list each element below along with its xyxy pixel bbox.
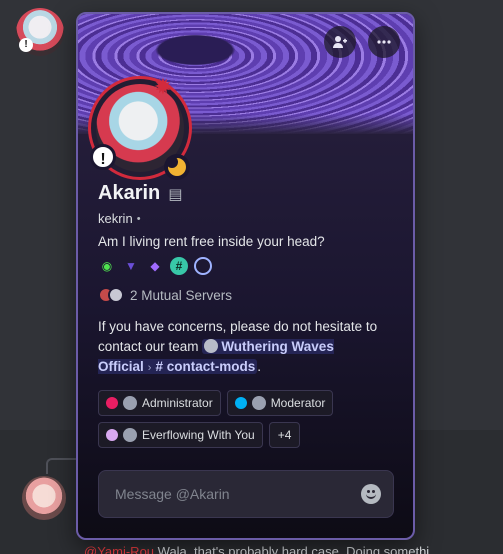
chevron-right-icon: › — [147, 362, 152, 374]
role-color-dot — [106, 397, 118, 409]
hashtag-badge-icon[interactable]: # — [170, 257, 188, 275]
user-profile-popout: ✹ ! Akarin ▤ kekrin • Am I living rent f… — [76, 12, 415, 540]
reply-snippet: @Yami-Rou Wala, that's probably hard cas… — [84, 544, 429, 554]
add-friend-button[interactable] — [324, 26, 356, 58]
server-icon — [204, 339, 219, 353]
nitro-icon[interactable]: ◉ — [98, 257, 116, 275]
role-icon — [123, 396, 137, 410]
author-avatar[interactable]: ! — [16, 8, 64, 56]
warning-icon[interactable]: ! — [90, 144, 116, 170]
badge-list: ◉ ▼ ◆ # — [98, 257, 398, 275]
role-color-dot — [106, 429, 118, 441]
more-icon — [377, 40, 391, 44]
username[interactable]: kekrin — [98, 211, 133, 226]
more-options-button[interactable] — [368, 26, 400, 58]
reply-author-avatar[interactable] — [22, 476, 66, 520]
quest-badge-icon[interactable] — [194, 257, 212, 275]
add-friend-icon — [333, 36, 347, 48]
role-list: Administrator Moderator Everflowing With… — [98, 390, 398, 448]
mention-channel: contact-mods — [166, 359, 256, 374]
hypesquad-icon[interactable]: ▼ — [122, 257, 140, 275]
about-me: If you have concerns, please do not hesi… — [98, 317, 398, 378]
role-everflowing[interactable]: Everflowing With You — [98, 422, 263, 448]
emoji-picker-icon[interactable] — [361, 484, 381, 504]
status-idle-icon — [164, 154, 190, 180]
boost-gem-icon[interactable]: ◆ — [146, 257, 164, 275]
mutual-server-icons — [98, 287, 124, 303]
about-suffix: . — [257, 359, 261, 374]
role-icon — [123, 428, 137, 442]
pronoun-separator-icon: • — [136, 212, 141, 225]
role-name: Everflowing With You — [142, 428, 255, 442]
role-icon — [251, 396, 266, 410]
more-roles-button[interactable]: +4 — [268, 422, 301, 448]
role-name: Moderator — [270, 396, 326, 410]
mutual-servers[interactable]: 2 Mutual Servers — [98, 287, 398, 303]
mutual-servers-label: 2 Mutual Servers — [130, 287, 233, 303]
role-color-dot — [234, 397, 247, 409]
reply-thread-line — [46, 458, 76, 474]
role-name: Administrator — [142, 396, 213, 410]
message-input-container — [98, 470, 394, 518]
warning-icon: ! — [19, 38, 33, 52]
display-name: Akarin — [98, 182, 161, 204]
note-icon[interactable]: ▤ — [168, 185, 182, 203]
reply-mention[interactable]: @Yami-Rou — [84, 544, 154, 554]
reply-snippet-text: Wala, that's probably hard case. Doing s… — [157, 544, 430, 554]
anger-mark-icon: ✹ — [153, 74, 173, 99]
message-input[interactable] — [115, 486, 361, 502]
role-administrator[interactable]: Administrator — [98, 390, 221, 416]
role-moderator[interactable]: Moderator — [226, 390, 334, 416]
bio: Am I living rent free inside your head? — [98, 234, 325, 249]
